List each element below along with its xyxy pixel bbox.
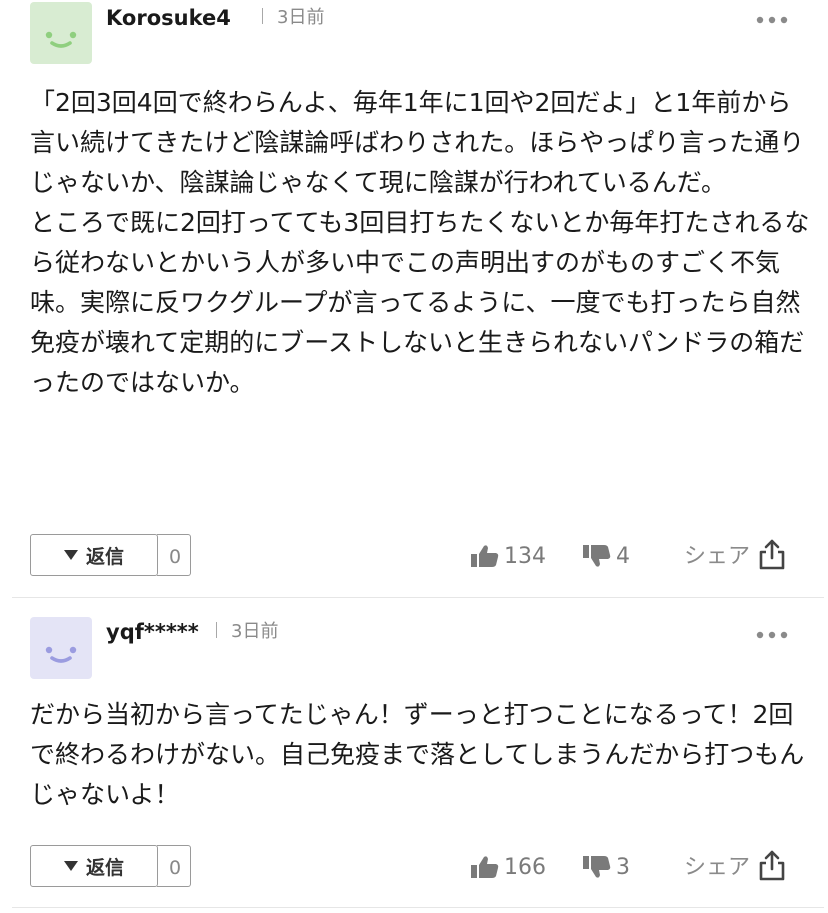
reply-button[interactable]: 返信 [30, 534, 158, 576]
more-options-icon[interactable] [752, 623, 792, 647]
share-button[interactable]: シェア [684, 538, 786, 570]
reply-count: 0 [169, 857, 182, 879]
comment-divider [12, 907, 824, 908]
thumbs-up-icon [471, 856, 499, 878]
comment-paragraph: ところで既に2回打ってても3回目打ちたくないとか毎年打たされるなら従わないとかい… [30, 208, 810, 397]
comment-paragraph: だから当初から言ってたじゃん！ずーっと打つことになるって！2回で終わるわけがない… [30, 700, 805, 809]
dislike-button[interactable]: 3 [582, 852, 630, 882]
share-label: シェア [684, 544, 751, 569]
share-button[interactable]: シェア [684, 849, 786, 881]
smiley-face-icon [45, 646, 77, 663]
reply-count: 0 [169, 546, 182, 568]
reply-button-label: 返信 [85, 856, 124, 879]
comment-timestamp: 3日前 [216, 618, 278, 646]
thumbs-up-icon [471, 545, 499, 567]
meta-separator [216, 622, 217, 638]
comment-paragraph: 「2回3回4回で終わらんよ、毎年1年に1回や2回だよ」と1年前から言い続けてきた… [30, 88, 805, 197]
smiley-face-icon [45, 31, 77, 48]
caret-down-icon [63, 861, 78, 871]
avatar[interactable] [30, 617, 92, 679]
reply-button[interactable]: 返信 [30, 845, 158, 887]
comment-timestamp: 3日前 [262, 4, 324, 32]
more-options-icon[interactable] [752, 8, 792, 32]
like-button[interactable]: 166 [470, 852, 546, 882]
comment-author[interactable]: Korosuke4 [106, 4, 231, 32]
comment-divider [12, 597, 824, 598]
comment-author[interactable]: yqf***** [106, 618, 199, 646]
comment-body: だから当初から言ってたじゃん！ずーっと打つことになるって！2回で終わるわけがない… [30, 695, 810, 815]
caret-down-icon [63, 550, 78, 560]
thumbs-down-icon [583, 856, 611, 878]
share-label: シェア [684, 855, 751, 880]
comment-body: 「2回3回4回で終わらんよ、毎年1年に1回や2回だよ」と1年前から言い続けてきた… [30, 83, 810, 403]
dislike-count: 4 [616, 543, 630, 569]
like-button[interactable]: 134 [470, 541, 546, 571]
dislike-count: 3 [616, 854, 630, 880]
share-icon [759, 539, 785, 570]
like-count: 134 [504, 543, 546, 569]
reply-button-label: 返信 [85, 545, 124, 568]
dislike-button[interactable]: 4 [582, 541, 630, 571]
avatar[interactable] [30, 2, 92, 64]
thumbs-down-icon [583, 545, 611, 567]
share-icon [759, 850, 785, 881]
like-count: 166 [504, 854, 546, 880]
meta-separator [262, 8, 263, 24]
